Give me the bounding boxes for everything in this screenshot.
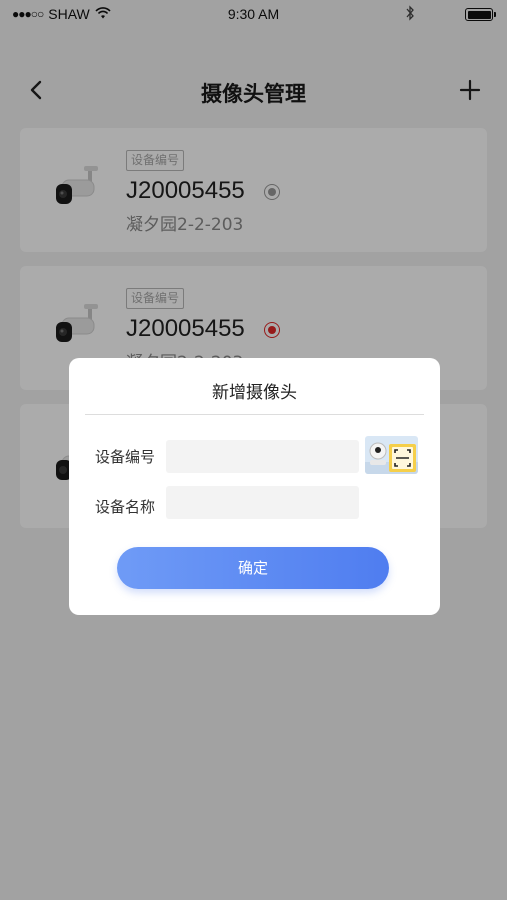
device-name-label: 设备名称: [95, 498, 156, 516]
device-id-input[interactable]: [166, 440, 359, 473]
scan-qr-icon: [365, 436, 418, 474]
dialog-title: 新增摄像头: [212, 383, 297, 403]
device-name-input[interactable]: [166, 486, 359, 519]
add-camera-dialog: 新增摄像头 设备编号 设备名称 确定: [69, 358, 440, 615]
scan-qr-button[interactable]: [365, 436, 418, 474]
device-id-label: 设备编号: [95, 448, 156, 466]
confirm-button[interactable]: 确定: [117, 547, 389, 589]
dialog-divider: [85, 414, 424, 415]
